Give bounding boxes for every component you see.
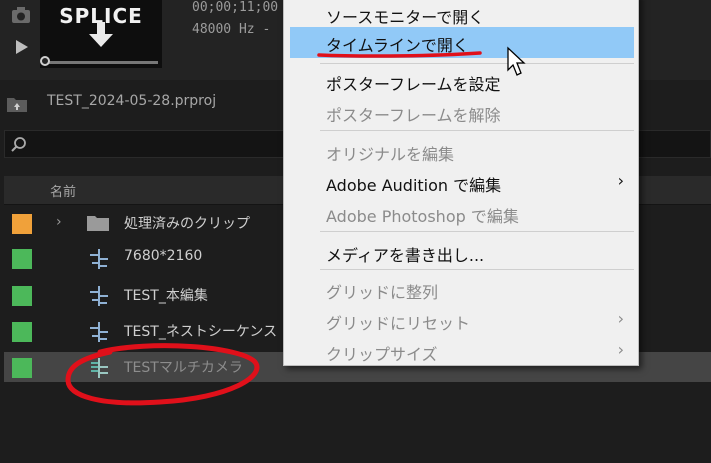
search-icon — [10, 136, 28, 154]
arrow-down-icon — [89, 22, 113, 47]
annotation-circle — [65, 343, 260, 406]
sequence-icon — [88, 248, 110, 270]
menu-item-open-source-monitor[interactable]: ソースモニターで開く — [290, 0, 634, 30]
chevron-right-icon: › — [617, 171, 624, 190]
project-folder-icon[interactable] — [6, 95, 28, 113]
chevron-right-icon: › — [617, 309, 624, 328]
label-color-swatch[interactable] — [12, 249, 32, 269]
chevron-right-icon: › — [617, 340, 624, 359]
timecode: 00;00;11;00 — [192, 0, 279, 15]
label-color-swatch[interactable] — [12, 286, 32, 306]
menu-item-clip-size: クリップサイズ › — [326, 340, 624, 364]
folder-icon — [86, 214, 110, 232]
chevron-right-icon[interactable]: › — [56, 214, 62, 230]
menu-separator — [320, 63, 634, 64]
column-header-name[interactable]: 名前 — [50, 181, 76, 200]
menu-item-clear-poster-frame: ポスターフレームを解除 — [326, 106, 501, 125]
list-item-label: 7680*2160 — [124, 248, 203, 264]
annotation-underline — [317, 51, 482, 58]
menu-item-edit-in-photoshop: Adobe Photoshop で編集 — [326, 207, 519, 226]
project-name: TEST_2024-05-28.prproj — [47, 93, 217, 109]
list-item-label: 処理済みのクリップ — [124, 216, 250, 232]
menu-separator — [320, 130, 634, 131]
label-color-swatch[interactable] — [12, 358, 32, 378]
menu-item-export-media[interactable]: メディアを書き出し... — [290, 237, 634, 268]
list-item-label: TEST_ネストシーケンス — [124, 324, 278, 340]
clip-thumbnail: SPLICE — [40, 0, 162, 68]
sequence-icon — [88, 285, 110, 307]
scrub-handle[interactable] — [40, 56, 50, 66]
scrub-track[interactable] — [42, 61, 158, 64]
menu-item-edit-in-audition[interactable]: Adobe Audition で編集 › — [290, 167, 634, 198]
list-item-label: TEST_本編集 — [124, 288, 208, 304]
menu-item-align-to-grid: グリッドに整列 — [326, 283, 439, 302]
audio-info: 48000 Hz - — [192, 22, 271, 37]
play-icon[interactable] — [8, 36, 34, 58]
menu-item-reset-to-grid: グリッドにリセット › — [326, 309, 624, 333]
camera-icon[interactable] — [8, 4, 34, 26]
menu-separator — [320, 231, 634, 232]
menu-item-set-poster-frame[interactable]: ポスターフレームを設定 — [290, 66, 634, 97]
label-color-swatch[interactable] — [12, 214, 32, 234]
menu-item-edit-original: オリジナルを編集 — [326, 145, 455, 164]
mouse-cursor-icon — [507, 46, 526, 76]
menu-separator — [320, 269, 634, 270]
label-color-swatch[interactable] — [12, 322, 32, 342]
clip-metadata: 00;00;11;00 48000 Hz - — [192, 0, 278, 41]
